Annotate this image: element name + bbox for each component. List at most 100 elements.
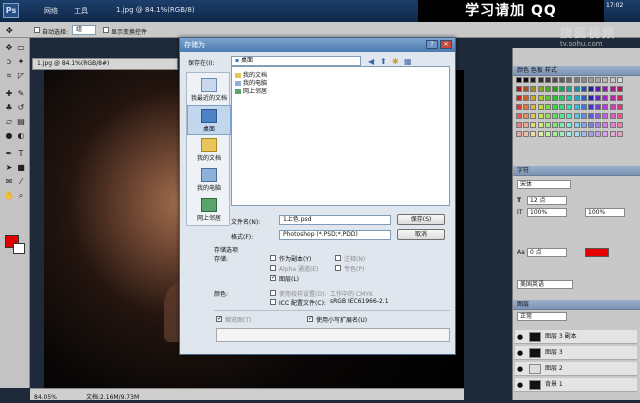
color-swatch[interactable] (602, 77, 609, 83)
format-dropdown[interactable]: Photoshop (*.PSD;*.PDD) (279, 230, 391, 240)
color-swatch[interactable] (595, 113, 602, 119)
color-swatch[interactable] (602, 122, 609, 128)
back-icon[interactable]: ◀ (368, 57, 374, 66)
color-swatch[interactable] (559, 113, 566, 119)
history-brush-icon[interactable]: ↺ (15, 102, 27, 113)
color-swatch[interactable] (588, 104, 594, 110)
icc-profile-checkbox[interactable] (270, 299, 276, 305)
color-swatch[interactable] (559, 122, 566, 128)
color-swatch[interactable] (573, 113, 580, 119)
color-swatch[interactable] (516, 95, 522, 101)
color-swatch[interactable] (537, 122, 544, 128)
color-swatch[interactable] (523, 113, 530, 119)
color-swatch[interactable] (580, 77, 587, 83)
color-swatch[interactable] (566, 86, 573, 92)
layer-row[interactable]: ● 背景 1 (515, 378, 637, 392)
color-swatch[interactable] (516, 77, 522, 83)
color-swatch[interactable] (544, 95, 551, 101)
color-swatch[interactable] (537, 86, 544, 92)
color-swatch[interactable] (616, 104, 623, 110)
vertical-scale-field[interactable]: 100% (527, 208, 567, 217)
color-swatch[interactable] (588, 77, 594, 83)
font-size-field[interactable]: 12 点 (527, 196, 567, 205)
auto-select-checkbox[interactable] (34, 27, 40, 33)
color-swatch[interactable] (537, 131, 544, 137)
color-swatch[interactable] (616, 95, 623, 101)
color-swatch[interactable] (552, 122, 558, 128)
color-swatch[interactable] (588, 95, 594, 101)
move-tool-icon[interactable]: ✥ (6, 26, 13, 35)
color-swatch[interactable] (566, 77, 573, 83)
color-swatch[interactable] (602, 131, 609, 137)
color-swatch[interactable] (552, 113, 558, 119)
alpha-checkbox[interactable] (270, 265, 276, 271)
layers-panel-header[interactable]: 图层 (513, 300, 640, 310)
color-swatch[interactable] (609, 86, 616, 92)
color-swatch[interactable] (609, 104, 616, 110)
menu-tools[interactable]: 工具 (74, 6, 88, 16)
background-color-swatch[interactable] (13, 243, 25, 254)
color-swatch[interactable] (530, 122, 537, 128)
eyedropper-icon[interactable]: ⁄ (15, 176, 27, 187)
move-tool-icon[interactable]: ✥ (3, 42, 15, 53)
zoom-level[interactable]: 84.05% (34, 392, 57, 403)
gradient-tool-icon[interactable]: ▤ (15, 116, 27, 127)
slice-tool-icon[interactable]: ◸ (15, 70, 27, 81)
color-swatch[interactable] (580, 95, 587, 101)
proof-setup-checkbox[interactable] (270, 290, 276, 296)
place-recent[interactable]: 我最近的文档 (187, 75, 231, 105)
color-swatch[interactable] (588, 86, 594, 92)
place-my-documents[interactable]: 我的文档 (187, 135, 231, 165)
blend-mode-field[interactable]: 正常 (517, 312, 567, 321)
menu-network[interactable]: 网络 (44, 6, 58, 16)
healing-brush-icon[interactable]: ✚ (3, 88, 15, 99)
color-swatch[interactable] (530, 77, 537, 83)
color-swatch[interactable] (595, 122, 602, 128)
spot-color-checkbox[interactable] (335, 265, 341, 271)
color-swatch[interactable] (559, 77, 566, 83)
color-swatch[interactable] (523, 77, 530, 83)
color-swatch[interactable] (516, 131, 522, 137)
auto-select-dropdown[interactable]: 组 (72, 25, 96, 35)
layer-row[interactable]: ● 图层 2 (515, 362, 637, 376)
color-swatch[interactable] (530, 113, 537, 119)
color-swatch[interactable] (580, 122, 587, 128)
color-swatch[interactable] (559, 131, 566, 137)
pen-tool-icon[interactable]: ✒ (3, 148, 15, 159)
layers-checkbox[interactable]: ✓ (270, 275, 276, 281)
color-swatch[interactable] (588, 113, 594, 119)
save-button[interactable]: 保存(S) (397, 214, 445, 225)
file-list[interactable]: 我的文档 我的电脑 网上邻居 (231, 66, 450, 206)
color-swatch[interactable] (516, 86, 522, 92)
eraser-tool-icon[interactable]: ▱ (3, 116, 15, 127)
color-swatch[interactable] (530, 95, 537, 101)
brush-tool-icon[interactable]: ✎ (15, 88, 27, 99)
color-swatch[interactable] (566, 95, 573, 101)
color-swatch[interactable] (580, 113, 587, 119)
color-swatch[interactable] (580, 86, 587, 92)
color-swatch[interactable] (530, 104, 537, 110)
clone-stamp-icon[interactable]: ♣ (3, 102, 15, 113)
color-swatch[interactable] (595, 95, 602, 101)
lowercase-ext-checkbox[interactable]: ✓ (307, 316, 313, 322)
new-folder-icon[interactable]: ✱ (392, 57, 399, 66)
color-swatch[interactable] (616, 131, 623, 137)
color-swatch[interactable] (544, 122, 551, 128)
color-swatch[interactable] (523, 95, 530, 101)
layer-row[interactable]: ● 图层 3 (515, 346, 637, 360)
color-swatch[interactable] (602, 95, 609, 101)
color-swatch[interactable] (588, 131, 594, 137)
color-swatch[interactable] (588, 122, 594, 128)
color-swatch[interactable] (580, 104, 587, 110)
color-swatch[interactable] (516, 122, 522, 128)
color-swatch[interactable] (595, 86, 602, 92)
color-swatch[interactable] (573, 131, 580, 137)
color-swatch[interactable] (573, 122, 580, 128)
place-network[interactable]: 网上邻居 (187, 195, 231, 225)
color-swatch[interactable] (566, 122, 573, 128)
color-swatch[interactable] (573, 104, 580, 110)
color-swatch[interactable] (523, 104, 530, 110)
color-swatch[interactable] (573, 77, 580, 83)
dodge-tool-icon[interactable]: ◐ (15, 130, 27, 141)
color-swatch[interactable] (523, 122, 530, 128)
